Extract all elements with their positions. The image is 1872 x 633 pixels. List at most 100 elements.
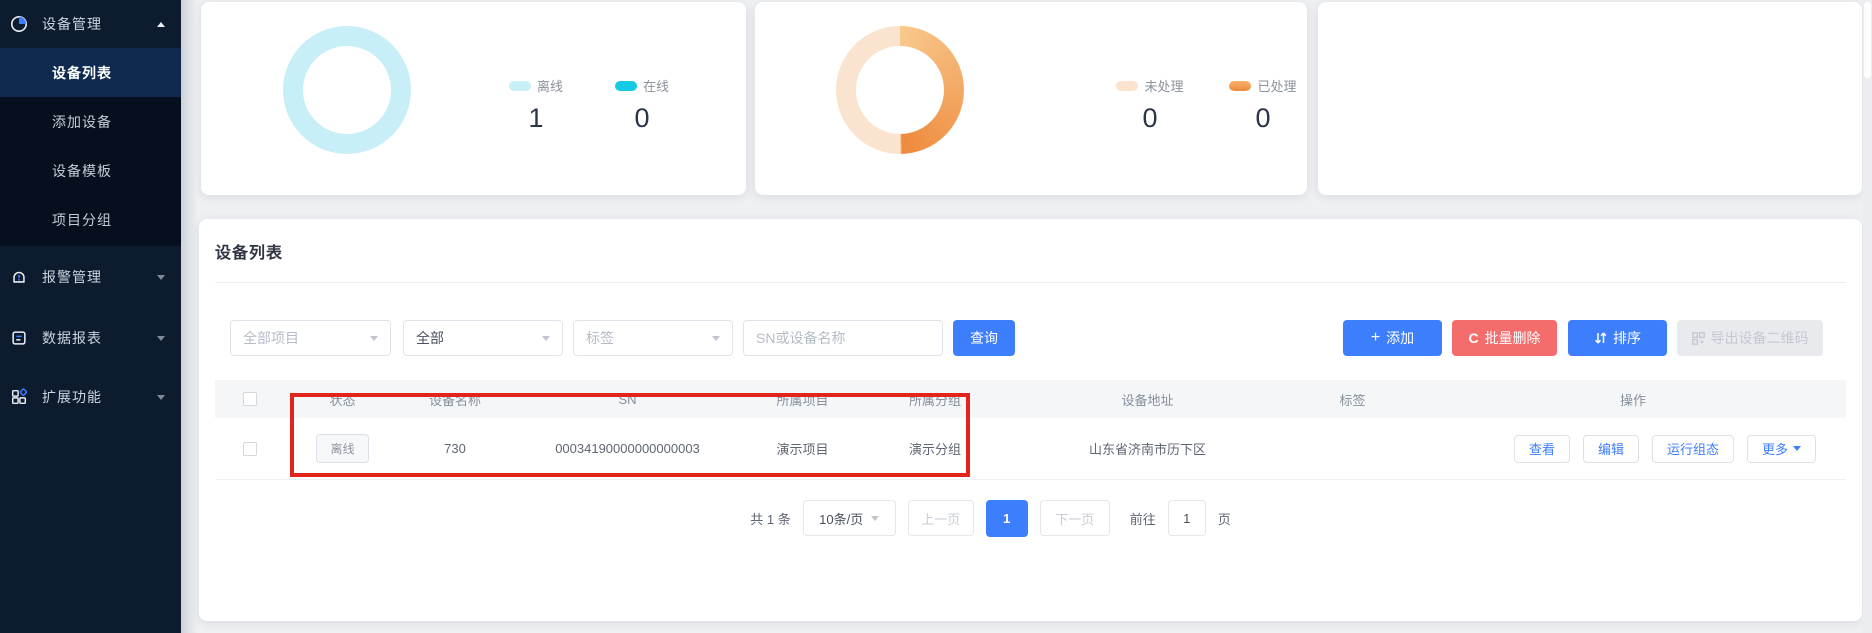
chevron-down-icon — [712, 336, 720, 341]
cell-device-name: 730 — [400, 441, 510, 456]
sidebar-item-device-list[interactable]: 设备列表 — [0, 48, 181, 97]
legend-value: 0 — [1142, 103, 1157, 134]
sort-arrows-icon — [1594, 331, 1607, 345]
sidebar-edge-shadow — [181, 0, 197, 633]
chevron-down-icon — [157, 395, 165, 400]
chevron-down-icon — [1793, 446, 1801, 451]
button-label: 排序 — [1613, 328, 1641, 348]
page-unit-label: 页 — [1218, 509, 1231, 528]
sidebar-item-device-management[interactable]: 设备管理 — [0, 0, 181, 48]
report-icon — [10, 329, 28, 347]
sub-item-label: 设备列表 — [52, 63, 112, 83]
cell-group: 演示分组 — [860, 439, 1010, 458]
legend-label: 未处理 — [1144, 76, 1183, 95]
legend-item-offline: 离线 1 — [491, 76, 581, 134]
cell-operations: 查看 编辑 运行组态 更多 — [1420, 435, 1846, 463]
button-label: 批量删除 — [1485, 328, 1541, 348]
edit-button[interactable]: 编辑 — [1583, 435, 1639, 463]
pending-swatch-icon — [1116, 81, 1138, 91]
select-value: 10条/页 — [819, 509, 863, 528]
column-header-tags: 标签 — [1285, 390, 1420, 409]
pie-chart-icon — [10, 15, 28, 33]
goto-page-input[interactable] — [1168, 500, 1206, 536]
alarm-icon — [10, 268, 28, 286]
cell-address: 山东省济南市历下区 — [1010, 439, 1285, 458]
refresh-c-icon: C — [1468, 330, 1478, 346]
batch-delete-button[interactable]: C 批量删除 — [1452, 320, 1557, 356]
chevron-up-icon — [157, 22, 165, 27]
alarm-status-legend: 未处理 0 已处理 0 — [1105, 76, 1308, 134]
chevron-down-icon — [370, 336, 378, 341]
button-label: 添加 — [1386, 328, 1414, 348]
legend-label: 离线 — [537, 76, 563, 95]
chevron-down-icon — [157, 275, 165, 280]
select-value: 全部项目 — [243, 328, 370, 348]
export-qr-button[interactable]: 导出设备二维码 — [1677, 320, 1823, 356]
search-input[interactable] — [743, 320, 943, 356]
device-management-submenu: 设备列表 添加设备 设备模板 项目分组 — [0, 48, 181, 246]
query-button[interactable]: 查询 — [953, 320, 1015, 356]
legend-item-processed: 已处理 0 — [1218, 76, 1308, 134]
column-header-sn: SN — [510, 392, 745, 407]
column-header-operations: 操作 — [1420, 390, 1846, 409]
sidebar-item-add-device[interactable]: 添加设备 — [0, 97, 181, 146]
divider — [215, 282, 1846, 283]
cell-sn: 00034190000000000003 — [510, 441, 745, 456]
select-value: 标签 — [586, 328, 712, 348]
device-status-card: 离线 1 在线 0 — [201, 2, 746, 195]
chevron-down-icon — [157, 336, 165, 341]
sort-button[interactable]: 排序 — [1568, 320, 1667, 356]
column-header-address: 设备地址 — [1010, 390, 1285, 409]
total-count-label: 共 1 条 — [750, 509, 790, 528]
status-filter-select[interactable]: 全部 — [403, 320, 563, 356]
device-status-legend: 离线 1 在线 0 — [491, 76, 687, 134]
status-badge: 离线 — [316, 434, 368, 463]
sidebar-item-label: 扩展功能 — [42, 387, 102, 407]
add-button[interactable]: + 添加 — [1343, 320, 1442, 356]
sidebar: 设备管理 设备列表 添加设备 设备模板 项目分组 报警管理 — [0, 0, 181, 633]
previous-page-button[interactable]: 上一页 — [908, 500, 974, 536]
select-all-checkbox[interactable] — [243, 392, 257, 406]
goto-label: 前往 — [1130, 509, 1156, 528]
plus-icon: + — [1371, 329, 1380, 347]
row-checkbox[interactable] — [243, 442, 257, 456]
project-filter-select[interactable]: 全部项目 — [230, 320, 391, 356]
run-configuration-button[interactable]: 运行组态 — [1652, 435, 1734, 463]
sidebar-item-device-template[interactable]: 设备模板 — [0, 146, 181, 195]
column-header-name: 设备名称 — [400, 390, 510, 409]
legend-item-online: 在线 0 — [597, 76, 687, 134]
scrollbar-track — [1863, 0, 1872, 633]
sidebar-item-extended-functions[interactable]: 扩展功能 — [0, 373, 181, 421]
table-header-row: 状态 设备名称 SN 所属项目 所属分组 设备地址 标签 操作 — [215, 380, 1846, 418]
legend-value: 0 — [634, 103, 649, 134]
empty-card — [1318, 2, 1862, 195]
page-title: 设备列表 — [215, 239, 283, 263]
button-label: 导出设备二维码 — [1711, 328, 1809, 348]
legend-label: 在线 — [643, 76, 669, 95]
sidebar-item-data-report[interactable]: 数据报表 — [0, 314, 181, 362]
scrollbar-thumb[interactable] — [1864, 2, 1871, 78]
sub-item-label: 添加设备 — [52, 112, 112, 132]
sub-item-label: 项目分组 — [52, 210, 112, 230]
next-page-button[interactable]: 下一页 — [1040, 500, 1110, 536]
sidebar-item-alarm-management[interactable]: 报警管理 — [0, 253, 181, 301]
button-label: 更多 — [1762, 439, 1788, 458]
tag-filter-select[interactable]: 标签 — [573, 320, 733, 356]
offline-swatch-icon — [509, 81, 531, 91]
sub-item-label: 设备模板 — [52, 161, 112, 181]
table-row: 离线 730 00034190000000000003 演示项目 演示分组 山东… — [215, 418, 1846, 480]
page-size-select[interactable]: 10条/页 — [803, 500, 896, 536]
online-swatch-icon — [615, 81, 637, 91]
processed-swatch-icon — [1229, 81, 1251, 91]
page-1-button[interactable]: 1 — [986, 500, 1028, 537]
qr-code-icon — [1692, 332, 1705, 345]
apps-icon — [10, 388, 28, 406]
column-header-project: 所属项目 — [745, 390, 860, 409]
legend-label: 已处理 — [1257, 76, 1296, 95]
device-list-panel: 设备列表 全部项目 全部 标签 查询 + 添加 C 批量删除 排序 — [199, 219, 1862, 621]
view-button[interactable]: 查看 — [1514, 435, 1570, 463]
sidebar-item-label: 数据报表 — [42, 328, 102, 348]
chevron-down-icon — [871, 516, 879, 521]
more-dropdown-button[interactable]: 更多 — [1747, 435, 1816, 463]
sidebar-item-project-group[interactable]: 项目分组 — [0, 195, 181, 244]
